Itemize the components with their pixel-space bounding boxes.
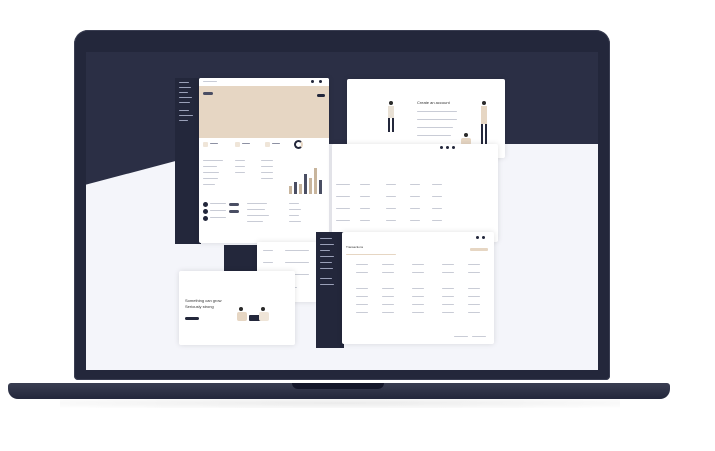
dashboard-card <box>199 78 329 243</box>
person-illustration-left <box>387 101 395 141</box>
bell-icon[interactable] <box>319 80 322 83</box>
stat-icon-1 <box>203 142 208 147</box>
dashboard-sidebar <box>175 78 201 244</box>
laptop-notch <box>292 383 384 389</box>
banner-button[interactable] <box>203 92 213 95</box>
sidebar-item-messages[interactable] <box>179 115 193 116</box>
laptop-shadow <box>60 398 620 408</box>
chart-bar <box>314 168 317 194</box>
promo-button[interactable] <box>185 317 199 320</box>
sidebar-item-customers[interactable] <box>179 97 192 98</box>
sidebar-item-reports[interactable] <box>179 102 190 103</box>
promo-tagline: Something can grow <box>185 298 222 303</box>
chart-bar <box>289 186 292 194</box>
app-sidebar-item-customers[interactable] <box>320 250 330 251</box>
dashboard-header <box>199 78 329 86</box>
app-sidebar-item-dashboard[interactable] <box>320 238 332 239</box>
chart-bar <box>319 180 322 194</box>
sidebar-item-account[interactable] <box>179 120 188 121</box>
app-sidebar-item-settings[interactable] <box>320 284 334 285</box>
progress-ring <box>294 140 303 149</box>
sidebar-item-orders[interactable] <box>179 87 191 88</box>
sidebar-item-settings[interactable] <box>179 110 189 111</box>
stat-icon-2 <box>235 142 240 147</box>
filter-button[interactable] <box>470 248 488 251</box>
banner-action-button[interactable] <box>317 94 325 97</box>
chart-bar <box>309 178 312 194</box>
hero-banner <box>199 86 329 138</box>
transactions-title: Transactions <box>346 245 364 249</box>
transactions-card: Transactions <box>342 232 494 344</box>
chart-bar <box>304 174 307 194</box>
table-card <box>332 144 498 242</box>
app-sidebar-item-analytics[interactable] <box>320 268 333 269</box>
promo-tagline-2: Seriously strong <box>185 304 214 309</box>
bar-chart <box>287 166 325 194</box>
avatar[interactable] <box>311 80 314 83</box>
signup-heading: Create an account <box>417 100 450 105</box>
app-sidebar-item-messages[interactable] <box>320 262 332 263</box>
sidebar-item-products[interactable] <box>179 92 188 93</box>
stat-icon-3 <box>265 142 270 147</box>
app-sidebar-item-orders[interactable] <box>320 256 334 257</box>
laptop-screen: Create an account Transactions Something… <box>86 52 598 370</box>
app-sidebar <box>316 232 344 348</box>
promo-illustration <box>233 303 273 323</box>
chart-bar <box>294 182 297 194</box>
promo-card: Something can grow Seriously strong <box>179 271 295 345</box>
app-sidebar-item-products[interactable] <box>320 244 334 245</box>
app-sidebar-item-account[interactable] <box>320 278 332 279</box>
chart-bar <box>299 184 302 194</box>
sidebar-item-home[interactable] <box>179 82 189 83</box>
